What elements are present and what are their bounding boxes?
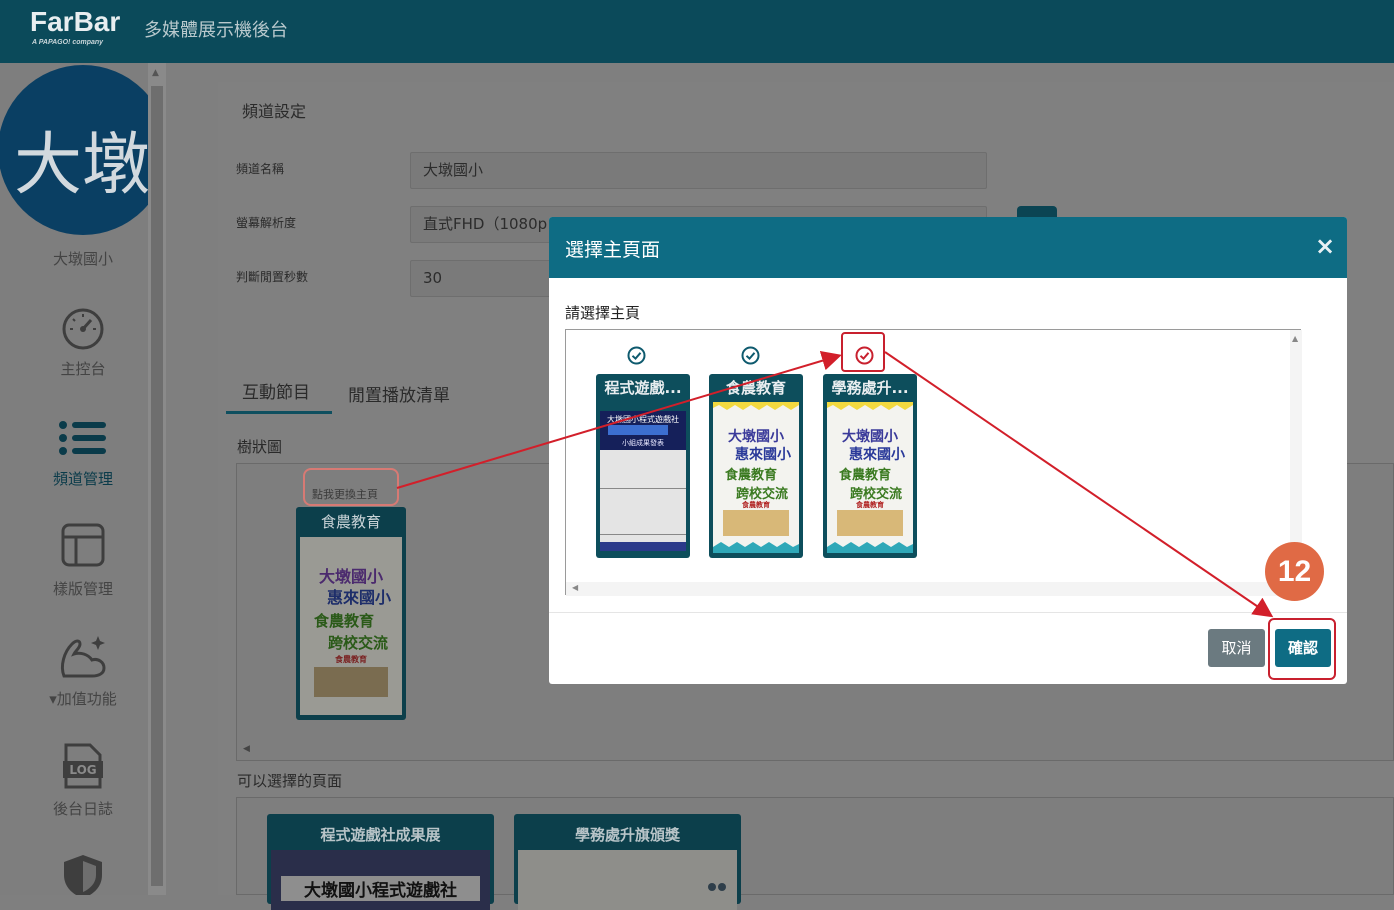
shield-icon[interactable] [62, 853, 104, 895]
poster-line: 大墩國小程式遊戲社 [607, 415, 679, 424]
poster-dot [718, 883, 726, 891]
avatar-text: 大墩 [14, 126, 148, 205]
page-option-card[interactable]: 程式遊戲... 大墩國小程式遊戲社 小組成果發表 [596, 374, 690, 558]
page-option-poster: 大墩國小程式遊戲社 小組成果發表 [600, 411, 686, 551]
poster-footer [600, 542, 686, 551]
select-home-label: 請選擇主頁 [565, 304, 641, 322]
poster-line: 大墩國小程式遊戲社 [281, 876, 480, 901]
poster-zigzag [827, 402, 913, 410]
tree-card-title: 食農教育 [320, 513, 381, 531]
poster-illustration [723, 510, 789, 536]
poster-dot [708, 883, 716, 891]
sidebar-item-channel[interactable]: 頻道管理 [0, 468, 148, 489]
logo-tagline: A PAPAGO! company [32, 39, 104, 46]
poster-line: 大墩國小 [842, 429, 898, 445]
poster-divider [600, 534, 686, 535]
idle-seconds-input[interactable]: 30 [410, 260, 560, 297]
poster-art [608, 425, 668, 435]
cancel-button[interactable]: 取消 [1208, 629, 1265, 667]
poster-zigzag [713, 402, 799, 410]
poster-line: 食農教育 [335, 655, 367, 664]
check-circle-icon-selected[interactable] [855, 346, 874, 365]
poster-zigzag [827, 542, 913, 553]
page-option-card-selected[interactable]: 學務處升... 大墩國小 惠來國小 食農教育 跨校交流 食農教育 [823, 374, 917, 558]
poster-line: 大墩國小 [728, 429, 784, 445]
poster-line: 惠來國小 [849, 447, 905, 463]
page-option-title: 程式遊戲... [604, 379, 682, 397]
channel-name-input[interactable]: 大墩國小 [410, 152, 987, 189]
page-option-title: 學務處升... [831, 379, 909, 397]
change-home-hint[interactable]: 點我更換主頁 [312, 486, 378, 502]
frame-horizontal-scrollbar[interactable]: ◀ [566, 582, 1290, 596]
step-number-badge: 12 [1265, 542, 1324, 601]
layout-template-icon[interactable] [60, 522, 106, 572]
modal-header [549, 217, 1347, 278]
active-tab-indicator [226, 411, 332, 414]
poster-line: 跨校交流 [327, 634, 388, 652]
available-page-card[interactable]: 程式遊戲社成果展 大墩國小程式遊戲社 [267, 814, 494, 910]
scroll-up-arrow-icon[interactable]: ▲ [1292, 334, 1298, 343]
poster-divider [600, 488, 686, 489]
log-file-icon[interactable]: LOG [62, 743, 104, 793]
tree-view-label: 樹狀圖 [237, 438, 283, 456]
scroll-up-arrow-icon[interactable]: ▲ [152, 68, 159, 78]
check-circle-icon[interactable] [741, 346, 760, 365]
school-name: 大墩國小 [52, 250, 113, 268]
modal-title: 選擇主頁面 [565, 239, 661, 261]
scroll-left-arrow-icon[interactable]: ◀ [572, 583, 578, 592]
available-card-title: 學務處升旗頒獎 [574, 826, 680, 844]
modal-footer-divider [549, 612, 1347, 613]
poster-illustration [314, 667, 388, 697]
poster-line: 小組成果發表 [622, 439, 664, 447]
page-option-poster: 大墩國小 惠來國小 食農教育 跨校交流 食農教育 [713, 402, 799, 553]
check-circle-icon[interactable] [627, 346, 646, 365]
available-page-card[interactable]: 學務處升旗頒獎 [514, 814, 741, 910]
page-option-poster: 大墩國小 惠來國小 食農教育 跨校交流 食農教育 [827, 402, 913, 553]
tab-idle-playlist[interactable]: 閒置播放清單 [348, 381, 450, 406]
poster-line: 食農教育 [742, 501, 770, 509]
field-label-idle-seconds: 判斷閒置秒數 [236, 270, 309, 284]
sidebar-item-log[interactable]: 後台日誌 [0, 798, 148, 819]
available-card-poster [518, 850, 737, 910]
flexing-arm-sparkle-icon[interactable] [58, 632, 110, 684]
sidebar: 大墩 大墩國小 主控台 頻道管理 樣版管理 ▾加值功能 LOG 後台日誌 [0, 63, 148, 895]
poster-banner: 大墩國小程式遊戲社 小組成果發表 [600, 411, 686, 450]
poster-line: 食農教育 [724, 468, 777, 483]
poster-zigzag [713, 542, 799, 553]
sidebar-scroll-thumb[interactable] [151, 86, 163, 886]
tree-home-card[interactable]: 食農教育 大墩國小 惠來國小 食農教育 跨校交流 食農教育 [296, 507, 406, 720]
poster-line: 食農教育 [313, 612, 374, 630]
page-option-title: 食農教育 [725, 379, 786, 397]
field-label-resolution: 螢幕解析度 [236, 216, 297, 230]
available-card-title: 程式遊戲社成果展 [320, 826, 441, 844]
available-pages-label: 可以選擇的頁面 [237, 772, 343, 790]
app-title: 多媒體展示機後台 [144, 20, 288, 41]
sidebar-item-template[interactable]: 樣版管理 [0, 578, 148, 599]
tree-card-poster: 大墩國小 惠來國小 食農教育 跨校交流 食農教育 [300, 537, 402, 715]
poster-line: 食農教育 [838, 468, 891, 483]
poster-line: 食農教育 [856, 501, 884, 509]
dashboard-gauge-icon[interactable] [60, 306, 106, 356]
sidebar-item-dashboard[interactable]: 主控台 [0, 358, 148, 379]
poster-illustration [837, 510, 903, 536]
tree-scroll-left-icon[interactable]: ◀ [243, 744, 250, 754]
sidebar-item-value-added[interactable]: ▾加值功能 [0, 688, 148, 709]
page-option-card[interactable]: 食農教育 大墩國小 惠來國小 食農教育 跨校交流 食農教育 [709, 374, 803, 558]
farbar-logo[interactable]: FarBar [30, 6, 120, 38]
confirm-highlight-box [1268, 618, 1336, 680]
list-icon[interactable] [58, 420, 108, 460]
poster-line: 惠來國小 [735, 447, 791, 463]
panel-heading: 頻道設定 [242, 102, 307, 121]
svg-text:LOG: LOG [69, 763, 96, 777]
close-icon[interactable]: × [1315, 232, 1335, 260]
field-label-channel-name: 頻道名稱 [236, 162, 285, 176]
poster-line: 惠來國小 [326, 588, 391, 607]
available-card-poster: 大墩國小程式遊戲社 [271, 850, 490, 910]
tab-interactive-program[interactable]: 互動節目 [242, 378, 310, 403]
